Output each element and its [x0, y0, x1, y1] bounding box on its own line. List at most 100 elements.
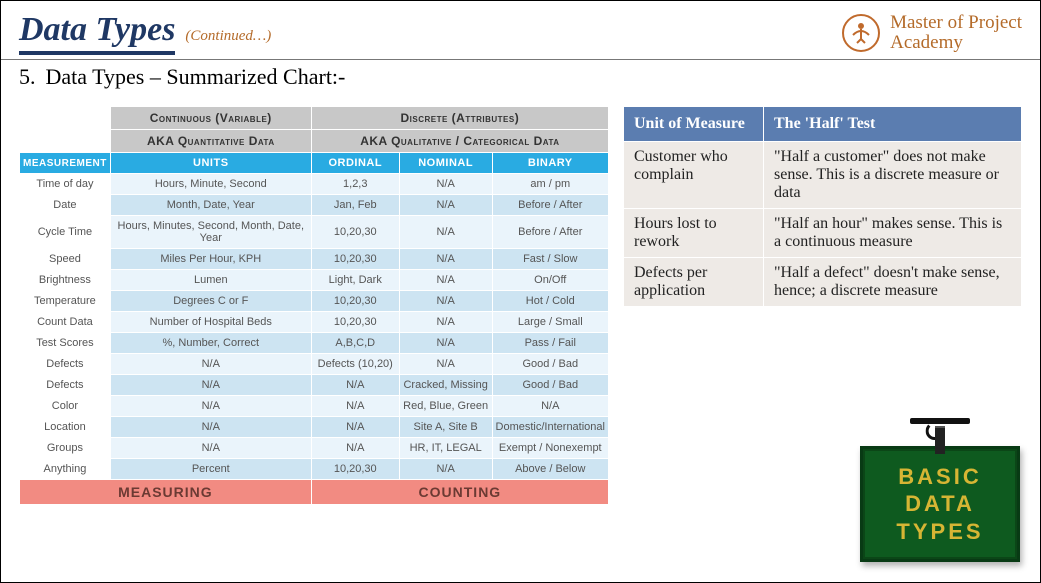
- half-test-cell: "Half a customer" does not make sense. T…: [764, 142, 1022, 209]
- half-unit-cell: Defects per application: [624, 258, 764, 307]
- table-row: AnythingPercent10,20,30N/AAbove / Below: [20, 459, 609, 480]
- table-cell: N/A: [399, 270, 492, 291]
- table-cell: Before / After: [492, 195, 608, 216]
- table-row: Cycle TimeHours, Minutes, Second, Month,…: [20, 216, 609, 249]
- table-cell: Speed: [20, 249, 111, 270]
- table-cell: N/A: [399, 312, 492, 333]
- table-cell: Above / Below: [492, 459, 608, 480]
- section-title: 5.Data Types – Summarized Chart:-: [19, 64, 1040, 90]
- half-col1: Unit of Measure: [624, 107, 764, 142]
- table-cell: N/A: [110, 438, 311, 459]
- table-cell: N/A: [399, 174, 492, 195]
- brand-logo: Master of Project Academy: [842, 13, 1022, 53]
- table-row: Customer who complain"Half a customer" d…: [624, 142, 1022, 209]
- hdr-ordinal: ORDINAL: [311, 153, 399, 174]
- table-cell: 10,20,30: [311, 291, 399, 312]
- table-cell: 1,2,3: [311, 174, 399, 195]
- table-row: Defects per application"Half a defect" d…: [624, 258, 1022, 307]
- table-cell: Miles Per Hour, KPH: [110, 249, 311, 270]
- table-cell: Red, Blue, Green: [399, 396, 492, 417]
- table-cell: On/Off: [492, 270, 608, 291]
- sign-board: BASIC DATA TYPES: [860, 446, 1020, 563]
- table-cell: 10,20,30: [311, 249, 399, 270]
- table-cell: N/A: [399, 354, 492, 375]
- table-cell: A,B,C,D: [311, 333, 399, 354]
- table-cell: N/A: [399, 291, 492, 312]
- half-test-table: Unit of Measure The 'Half' Test Customer…: [623, 106, 1022, 307]
- hdr-units: UNITS: [110, 153, 311, 174]
- table-row: DateMonth, Date, YearJan, FebN/ABefore /…: [20, 195, 609, 216]
- table-cell: N/A: [399, 459, 492, 480]
- half-test-cell: "Half a defect" doesn't make sense, henc…: [764, 258, 1022, 307]
- table-row: LocationN/AN/ASite A, Site BDomestic/Int…: [20, 417, 609, 438]
- table-cell: Groups: [20, 438, 111, 459]
- hdr-measurement: MEASUREMENT: [20, 153, 111, 174]
- table-cell: Hours, Minute, Second: [110, 174, 311, 195]
- table-cell: Large / Small: [492, 312, 608, 333]
- title-block: Data Types (Continued…): [19, 11, 271, 55]
- table-cell: N/A: [399, 333, 492, 354]
- table-row: Time of dayHours, Minute, Second1,2,3N/A…: [20, 174, 609, 195]
- table-cell: 10,20,30: [311, 459, 399, 480]
- aka-qual: AKA Qualitative / Categorical Data: [311, 130, 608, 153]
- group-continuous: Continuous (Variable): [110, 107, 311, 130]
- table-row: SpeedMiles Per Hour, KPH10,20,30N/AFast …: [20, 249, 609, 270]
- continued-label: (Continued…): [185, 28, 271, 45]
- table-cell: Date: [20, 195, 111, 216]
- table-cell: Color: [20, 396, 111, 417]
- table-row: GroupsN/AN/AHR, IT, LEGALExempt / Nonexe…: [20, 438, 609, 459]
- table-cell: Before / After: [492, 216, 608, 249]
- table-cell: am / pm: [492, 174, 608, 195]
- table-cell: N/A: [311, 438, 399, 459]
- table-row: TemperatureDegrees C or F10,20,30N/AHot …: [20, 291, 609, 312]
- aka-quant: AKA Quantitative Data: [110, 130, 311, 153]
- section-number: 5.: [19, 64, 36, 89]
- data-types-table-wrap: Continuous (Variable) Discrete (Attribut…: [19, 106, 609, 505]
- table-cell: Domestic/International: [492, 417, 608, 438]
- half-unit-cell: Hours lost to rework: [624, 209, 764, 258]
- table-cell: Number of Hospital Beds: [110, 312, 311, 333]
- table-cell: HR, IT, LEGAL: [399, 438, 492, 459]
- table-cell: Location: [20, 417, 111, 438]
- table-cell: N/A: [110, 417, 311, 438]
- table-row: Hours lost to rework"Half an hour" makes…: [624, 209, 1022, 258]
- sign-line1: BASIC: [871, 463, 1009, 491]
- table-cell: Defects: [20, 375, 111, 396]
- table-row: ColorN/AN/ARed, Blue, GreenN/A: [20, 396, 609, 417]
- table-cell: 10,20,30: [311, 216, 399, 249]
- table-cell: Month, Date, Year: [110, 195, 311, 216]
- table-cell: Exempt / Nonexempt: [492, 438, 608, 459]
- footer-measuring: MEASURING: [20, 480, 312, 505]
- slide-header: Data Types (Continued…) Master of Projec…: [1, 1, 1040, 60]
- table-cell: N/A: [399, 216, 492, 249]
- table-cell: 10,20,30: [311, 312, 399, 333]
- table-row: Count DataNumber of Hospital Beds10,20,3…: [20, 312, 609, 333]
- table-cell: Count Data: [20, 312, 111, 333]
- sign-line3: TYPES: [871, 518, 1009, 546]
- half-unit-cell: Customer who complain: [624, 142, 764, 209]
- table-cell: Good / Bad: [492, 354, 608, 375]
- table-cell: N/A: [110, 375, 311, 396]
- table-cell: Time of day: [20, 174, 111, 195]
- brand-person-icon: [842, 14, 880, 52]
- brand-line1: Master of Project: [890, 13, 1022, 33]
- footer-counting: COUNTING: [311, 480, 608, 505]
- half-test-cell: "Half an hour" makes sense. This is a co…: [764, 209, 1022, 258]
- table-cell: Cracked, Missing: [399, 375, 492, 396]
- table-cell: Fast / Slow: [492, 249, 608, 270]
- table-cell: N/A: [311, 375, 399, 396]
- table-cell: Jan, Feb: [311, 195, 399, 216]
- table-cell: Pass / Fail: [492, 333, 608, 354]
- group-discrete: Discrete (Attributes): [311, 107, 608, 130]
- hdr-nominal: NOMINAL: [399, 153, 492, 174]
- table-cell: N/A: [399, 195, 492, 216]
- table-cell: Defects: [20, 354, 111, 375]
- hdr-binary: BINARY: [492, 153, 608, 174]
- table-row: BrightnessLumenLight, DarkN/AOn/Off: [20, 270, 609, 291]
- table-cell: Hours, Minutes, Second, Month, Date, Yea…: [110, 216, 311, 249]
- table-cell: Cycle Time: [20, 216, 111, 249]
- data-types-table: Continuous (Variable) Discrete (Attribut…: [19, 106, 609, 505]
- brand-text: Master of Project Academy: [890, 13, 1022, 53]
- table-cell: N/A: [311, 417, 399, 438]
- table-cell: Good / Bad: [492, 375, 608, 396]
